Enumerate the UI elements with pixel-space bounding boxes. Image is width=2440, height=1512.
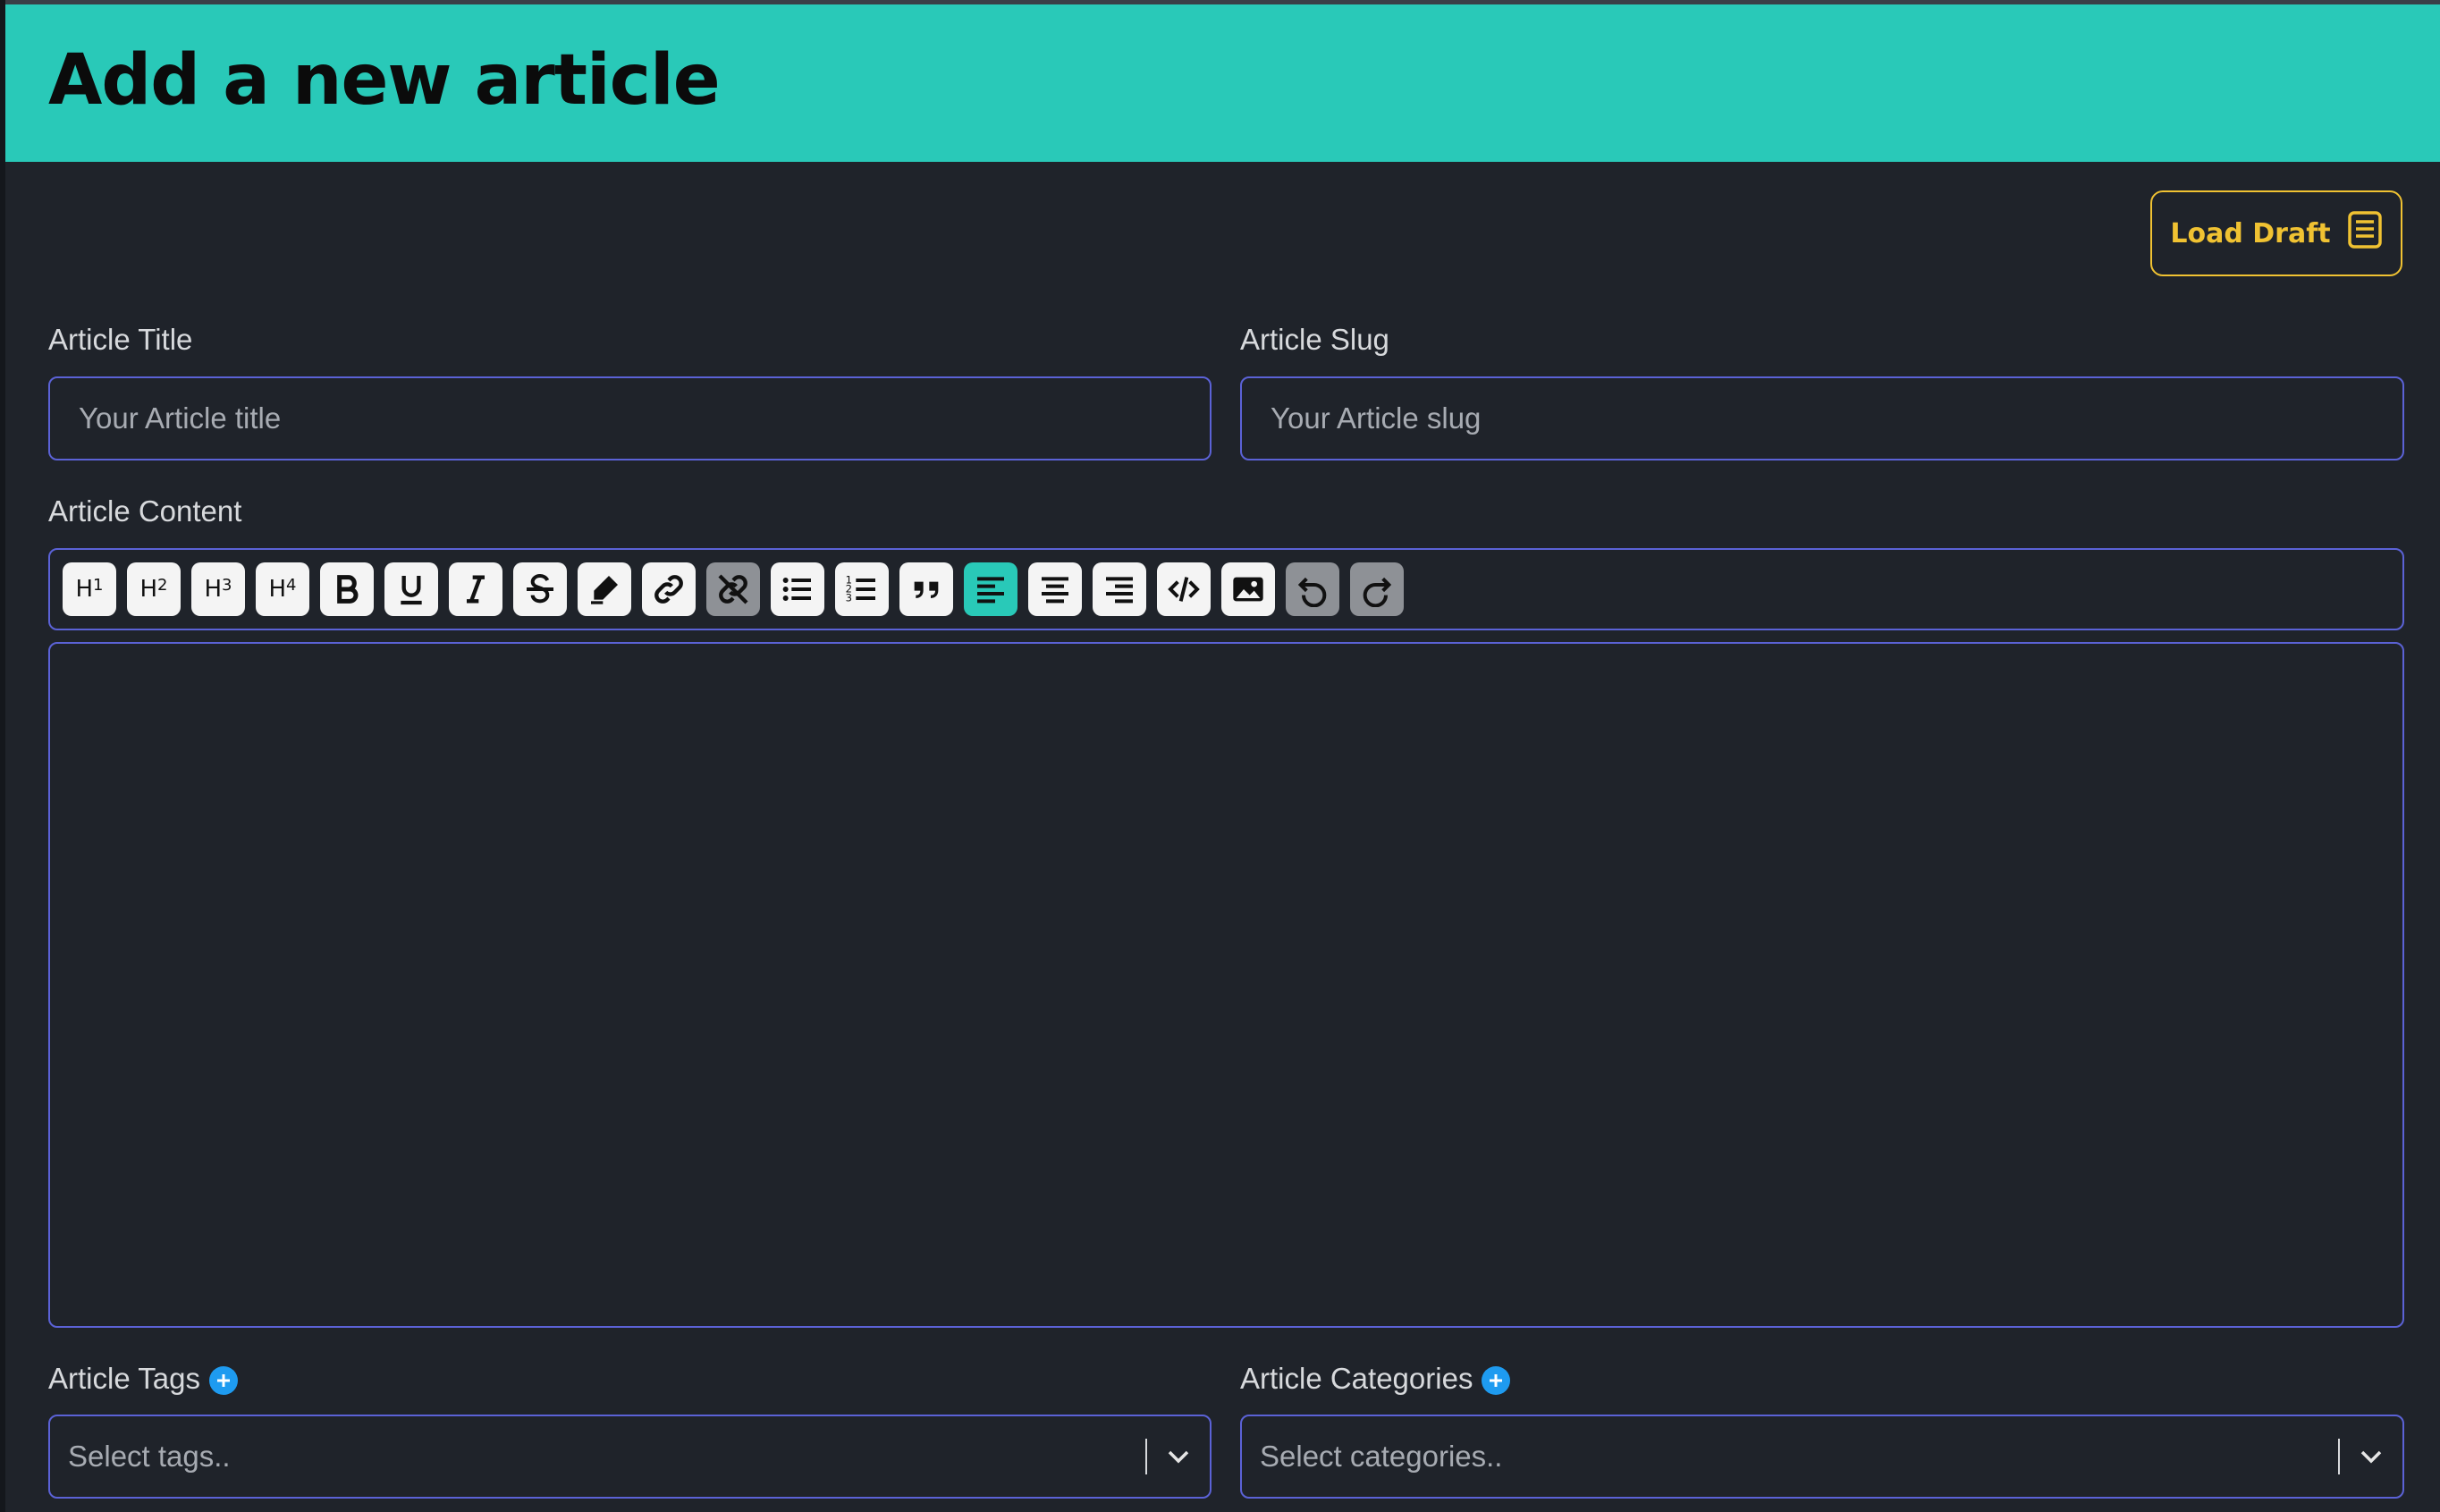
toolbar-image-button[interactable] <box>1221 562 1275 616</box>
unlink-icon <box>715 571 751 607</box>
toolbar-code-button[interactable] <box>1157 562 1211 616</box>
categories-select[interactable]: Select categories.. <box>1240 1415 2404 1499</box>
redo-icon <box>1359 571 1395 607</box>
add-tag-plus-icon[interactable] <box>208 1366 238 1396</box>
heading-letter: H <box>139 576 158 603</box>
toolbar-strike-button[interactable] <box>513 562 567 616</box>
article-tags-label-text: Article Tags <box>48 1362 200 1395</box>
heading-level: 4 <box>286 576 297 595</box>
article-title-input[interactable] <box>48 376 1212 460</box>
load-draft-label: Load Draft <box>2170 217 2331 249</box>
heading-level: 1 <box>93 576 104 595</box>
add-category-plus-icon[interactable] <box>1482 1366 1511 1396</box>
article-slug-label: Article Slug <box>1240 323 1389 356</box>
toolbar-underline-button[interactable] <box>384 562 438 616</box>
toolbar-bullet-list-button[interactable] <box>771 562 824 616</box>
article-tags-label: Article Tags <box>48 1362 238 1396</box>
heading-level: 2 <box>157 576 168 595</box>
strikethrough-icon <box>522 571 558 607</box>
undo-icon <box>1295 571 1330 607</box>
image-icon <box>1230 571 1266 607</box>
heading-letter: H <box>204 576 223 603</box>
chevron-down-icon[interactable] <box>1147 1449 1210 1465</box>
heading-4-icon: H4 <box>268 576 296 603</box>
highlighter-icon <box>587 571 622 607</box>
toolbar-blockquote-button[interactable] <box>899 562 953 616</box>
toolbar-redo-button[interactable] <box>1350 562 1404 616</box>
toolbar-bold-button[interactable] <box>320 562 374 616</box>
heading-level: 3 <box>222 576 232 595</box>
article-title-label: Article Title <box>48 323 193 356</box>
align-left-icon <box>973 571 1009 607</box>
heading-3-icon: H3 <box>204 576 232 603</box>
window-left-border <box>0 0 5 1512</box>
tags-select-placeholder: Select tags.. <box>68 1440 231 1473</box>
toolbar-align-left-button[interactable] <box>964 562 1017 616</box>
underline-icon <box>393 571 429 607</box>
toolbar-h3-button[interactable]: H3 <box>191 562 245 616</box>
toolbar-h2-button[interactable]: H2 <box>127 562 181 616</box>
quote-icon <box>908 571 944 607</box>
categories-select-placeholder: Select categories.. <box>1260 1440 1503 1473</box>
toolbar-highlight-button[interactable] <box>578 562 631 616</box>
toolbar-unlink-button[interactable] <box>706 562 760 616</box>
bullet-list-icon <box>780 571 815 607</box>
article-categories-label: Article Categories <box>1240 1362 1511 1396</box>
heading-1-icon: H1 <box>75 576 103 603</box>
ordered-list-icon: 123 <box>844 571 880 607</box>
editor-toolbar: H1H2H3H4123 <box>48 548 2404 630</box>
toolbar-undo-button[interactable] <box>1286 562 1339 616</box>
svg-text:3: 3 <box>846 591 852 604</box>
page-header: Add a new article <box>5 4 2440 162</box>
toolbar-h1-button[interactable]: H1 <box>63 562 116 616</box>
article-content-label: Article Content <box>48 494 242 528</box>
toolbar-h4-button[interactable]: H4 <box>256 562 309 616</box>
page-title: Add a new article <box>48 40 721 121</box>
toolbar-link-button[interactable] <box>642 562 696 616</box>
article-slug-input[interactable] <box>1240 376 2404 460</box>
tags-select[interactable]: Select tags.. <box>48 1415 1212 1499</box>
heading-letter: H <box>75 576 94 603</box>
link-icon <box>651 571 687 607</box>
chevron-down-icon[interactable] <box>2340 1449 2402 1465</box>
article-categories-label-text: Article Categories <box>1240 1362 1473 1395</box>
article-content-editor[interactable] <box>48 642 2404 1328</box>
heading-letter: H <box>268 576 287 603</box>
toolbar-ordered-list-button[interactable]: 123 <box>835 562 889 616</box>
toolbar-align-right-button[interactable] <box>1093 562 1146 616</box>
load-draft-button[interactable]: Load Draft <box>2150 190 2402 276</box>
heading-2-icon: H2 <box>139 576 167 603</box>
document-icon <box>2347 210 2383 257</box>
toolbar-align-center-button[interactable] <box>1028 562 1082 616</box>
italic-icon <box>458 571 494 607</box>
code-icon <box>1166 571 1202 607</box>
toolbar-italic-button[interactable] <box>449 562 502 616</box>
align-right-icon <box>1102 571 1137 607</box>
bold-icon <box>329 571 365 607</box>
align-center-icon <box>1037 571 1073 607</box>
